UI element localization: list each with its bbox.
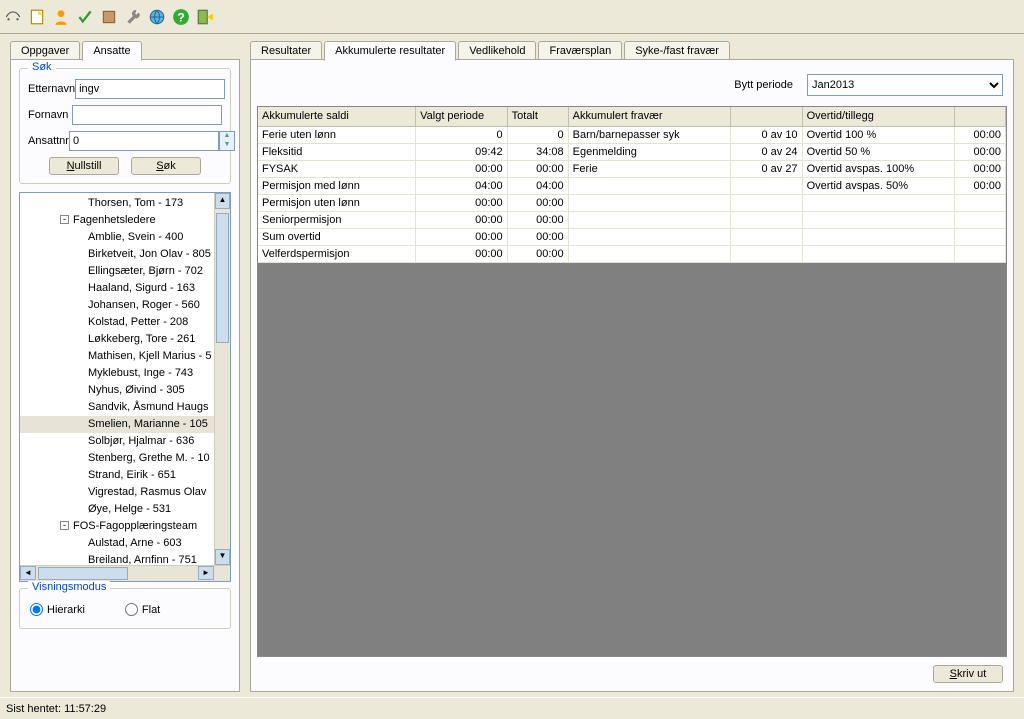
tree-node[interactable]: Sandvik, Åsmund Haugs [20,399,230,416]
etternavn-input[interactable] [75,79,225,99]
column-header[interactable]: Totalt [507,107,568,126]
tree-node[interactable]: -Fagenhetsledere [20,212,230,229]
tree-node[interactable]: Thorsen, Tom - 173 [20,195,230,212]
tree-node[interactable]: Amblie, Svein - 400 [20,229,230,246]
employee-tree[interactable]: Thorsen, Tom - 173-FagenhetsledereAmblie… [19,192,231,582]
table-row[interactable]: Fleksitid09:4234:08Egenmelding0 av 24Ove… [258,143,1006,160]
tab-oppgaver[interactable]: Oppgaver [10,41,80,60]
toolbar: ? [0,0,1024,34]
table-row[interactable]: Sum overtid00:0000:00 [258,228,1006,245]
help-icon[interactable]: ? [172,8,190,26]
table-row[interactable]: Ferie uten lønn00Barn/barnepasser syk0 a… [258,126,1006,143]
right-tabstrip: Resultater Akkumulerte resultater Vedlik… [250,41,1014,60]
radio-hierarki[interactable]: Hierarki [30,603,85,616]
period-label: Bytt periode [734,79,793,91]
tree-node[interactable]: Strand, Eirik - 651 [20,467,230,484]
column-header[interactable]: Akkumulert fravær [568,107,731,126]
status-text: Sist hentet: 11:57:29 [6,703,106,715]
tree-node[interactable]: Nyhus, Øivind - 305 [20,382,230,399]
left-panel: Søk Etternavn Fornavn Ansattnr ▲▼ [10,59,240,692]
search-group: Søk Etternavn Fornavn Ansattnr ▲▼ [19,68,231,184]
tab-ansatte[interactable]: Ansatte [82,41,141,61]
visning-group: Visningsmodus Hierarki Flat [19,588,231,629]
column-header[interactable]: Overtid/tillegg [802,107,955,126]
tree-vscroll[interactable]: ▲ ▼ [214,193,230,565]
tree-node[interactable]: Smelien, Marianne - 105 [20,416,230,433]
tab-fravaersplan[interactable]: Fraværsplan [538,41,622,60]
tab-vedlikehold[interactable]: Vedlikehold [458,41,536,60]
tree-node[interactable]: Myklebust, Inge - 743 [20,365,230,382]
tool-icon[interactable] [4,8,22,26]
column-header[interactable]: Valgt periode [416,107,508,126]
tree-node[interactable]: Johansen, Roger - 560 [20,297,230,314]
doc-icon[interactable] [28,8,46,26]
tree-node[interactable]: Stenberg, Grethe M. - 10 [20,450,230,467]
svg-text:?: ? [177,10,185,24]
check-icon[interactable] [76,8,94,26]
tab-resultater[interactable]: Resultater [250,41,322,60]
globe-icon[interactable] [148,8,166,26]
ansattnr-input[interactable] [69,131,219,151]
ansattnr-spinner[interactable]: ▲▼ [219,131,235,151]
column-header[interactable] [731,107,802,126]
radio-flat[interactable]: Flat [125,603,160,616]
tree-node[interactable]: Breiland, Arnfinn - 751 [20,552,230,565]
fornavn-input[interactable] [72,105,222,125]
tab-akkumulerte[interactable]: Akkumulerte resultater [324,41,456,61]
column-header[interactable]: Akkumulerte saldi [258,107,416,126]
book-icon[interactable] [100,8,118,26]
person-icon[interactable] [52,8,70,26]
table-row[interactable]: Velferdspermisjon00:0000:00 [258,245,1006,262]
tree-node[interactable]: Ellingsæter, Bjørn - 702 [20,263,230,280]
fornavn-label: Fornavn [28,109,72,121]
period-select[interactable]: Jan2013 [807,74,1003,96]
tree-node[interactable]: Haaland, Sigurd - 163 [20,280,230,297]
tree-node[interactable]: Birketveit, Jon Olav - 805 [20,246,230,263]
search-legend: Søk [28,61,56,73]
tree-node[interactable]: Solbjør, Hjalmar - 636 [20,433,230,450]
table-row[interactable]: Permisjon med lønn04:0004:00Overtid avsp… [258,177,1006,194]
tree-node[interactable]: Kolstad, Petter - 208 [20,314,230,331]
table-row[interactable]: Permisjon uten lønn00:0000:00 [258,194,1006,211]
exit-icon[interactable] [196,8,214,26]
tree-node[interactable]: Mathisen, Kjell Marius - 5 [20,348,230,365]
statusbar: Sist hentet: 11:57:29 [0,697,1024,719]
tab-syke[interactable]: Syke-/fast fravær [624,41,730,60]
skriv-ut-button[interactable]: Skriv ut [933,665,1003,683]
table-row[interactable]: Seniorpermisjon00:0000:00 [258,211,1006,228]
tree-node[interactable]: Aulstad, Arne - 603 [20,535,230,552]
etternavn-label: Etternavn [28,83,75,95]
wrench-icon[interactable] [124,8,142,26]
tree-node[interactable]: Vigrestad, Rasmus Olav [20,484,230,501]
nullstill-button[interactable]: Nullstill [49,157,119,175]
tree-node[interactable]: Øye, Helge - 531 [20,501,230,518]
column-header[interactable] [955,107,1006,126]
tree-hscroll[interactable]: ◄ ► [20,565,230,581]
sok-button[interactable]: Søk [131,157,201,175]
table-row[interactable]: FYSAK00:0000:00Ferie0 av 27Overtid avspa… [258,160,1006,177]
left-tabstrip: Oppgaver Ansatte [10,41,240,60]
result-grid: Akkumulerte saldiValgt periodeTotaltAkku… [257,106,1007,657]
ansattnr-label: Ansattnr [28,135,69,147]
right-panel: Bytt periode Jan2013 Akkumulerte saldiVa… [250,59,1014,692]
visning-legend: Visningsmodus [28,581,110,593]
tree-node[interactable]: -FOS-Fagopplæringsteam [20,518,230,535]
tree-node[interactable]: Løkkeberg, Tore - 261 [20,331,230,348]
